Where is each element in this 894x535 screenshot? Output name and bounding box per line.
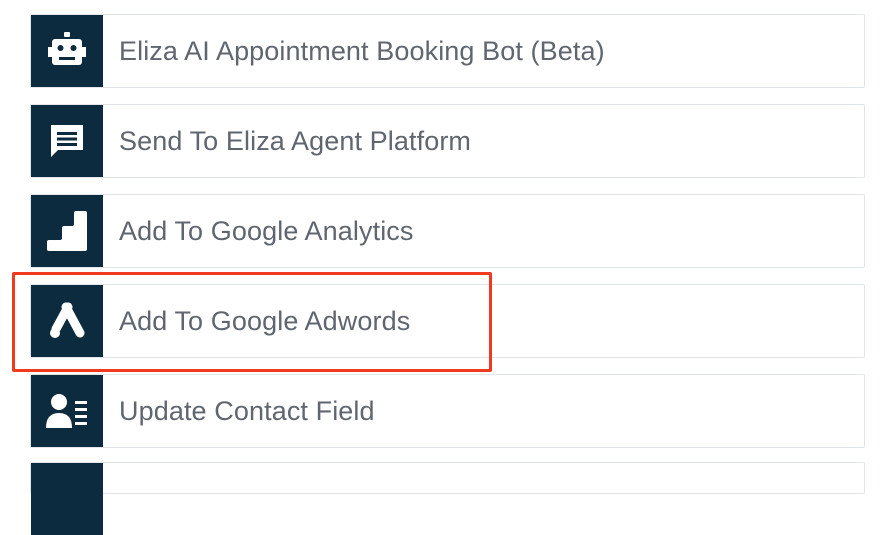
action-item-update-contact-field[interactable]: Update Contact Field	[30, 374, 865, 448]
icon-box	[31, 105, 103, 177]
action-item-partial[interactable]	[30, 462, 865, 535]
action-label: Add To Google Analytics	[119, 215, 414, 246]
icon-box	[31, 285, 103, 357]
icon-box	[31, 375, 103, 447]
chat-bubble-icon	[51, 125, 83, 157]
action-item-eliza-agent[interactable]: Send To Eliza Agent Platform	[30, 104, 865, 178]
icon-box	[31, 463, 103, 535]
google-analytics-icon	[47, 211, 87, 251]
action-item-google-analytics[interactable]: Add To Google Analytics	[30, 194, 865, 268]
action-label	[103, 463, 119, 493]
action-label: Send To Eliza Agent Platform	[119, 125, 472, 156]
action-item-eliza-bot[interactable]: Eliza AI Appointment Booking Bot (Beta)	[30, 14, 865, 88]
icon-box	[31, 195, 103, 267]
contact-field-icon	[46, 394, 87, 428]
action-label: Eliza AI Appointment Booking Bot (Beta)	[119, 35, 605, 66]
action-label: Update Contact Field	[119, 395, 375, 426]
robot-icon	[48, 32, 86, 65]
action-item-google-adwords[interactable]: Add To Google Adwords	[30, 284, 865, 358]
icon-box	[31, 15, 103, 87]
action-label: Add To Google Adwords	[119, 305, 411, 336]
google-ads-icon	[50, 302, 85, 338]
